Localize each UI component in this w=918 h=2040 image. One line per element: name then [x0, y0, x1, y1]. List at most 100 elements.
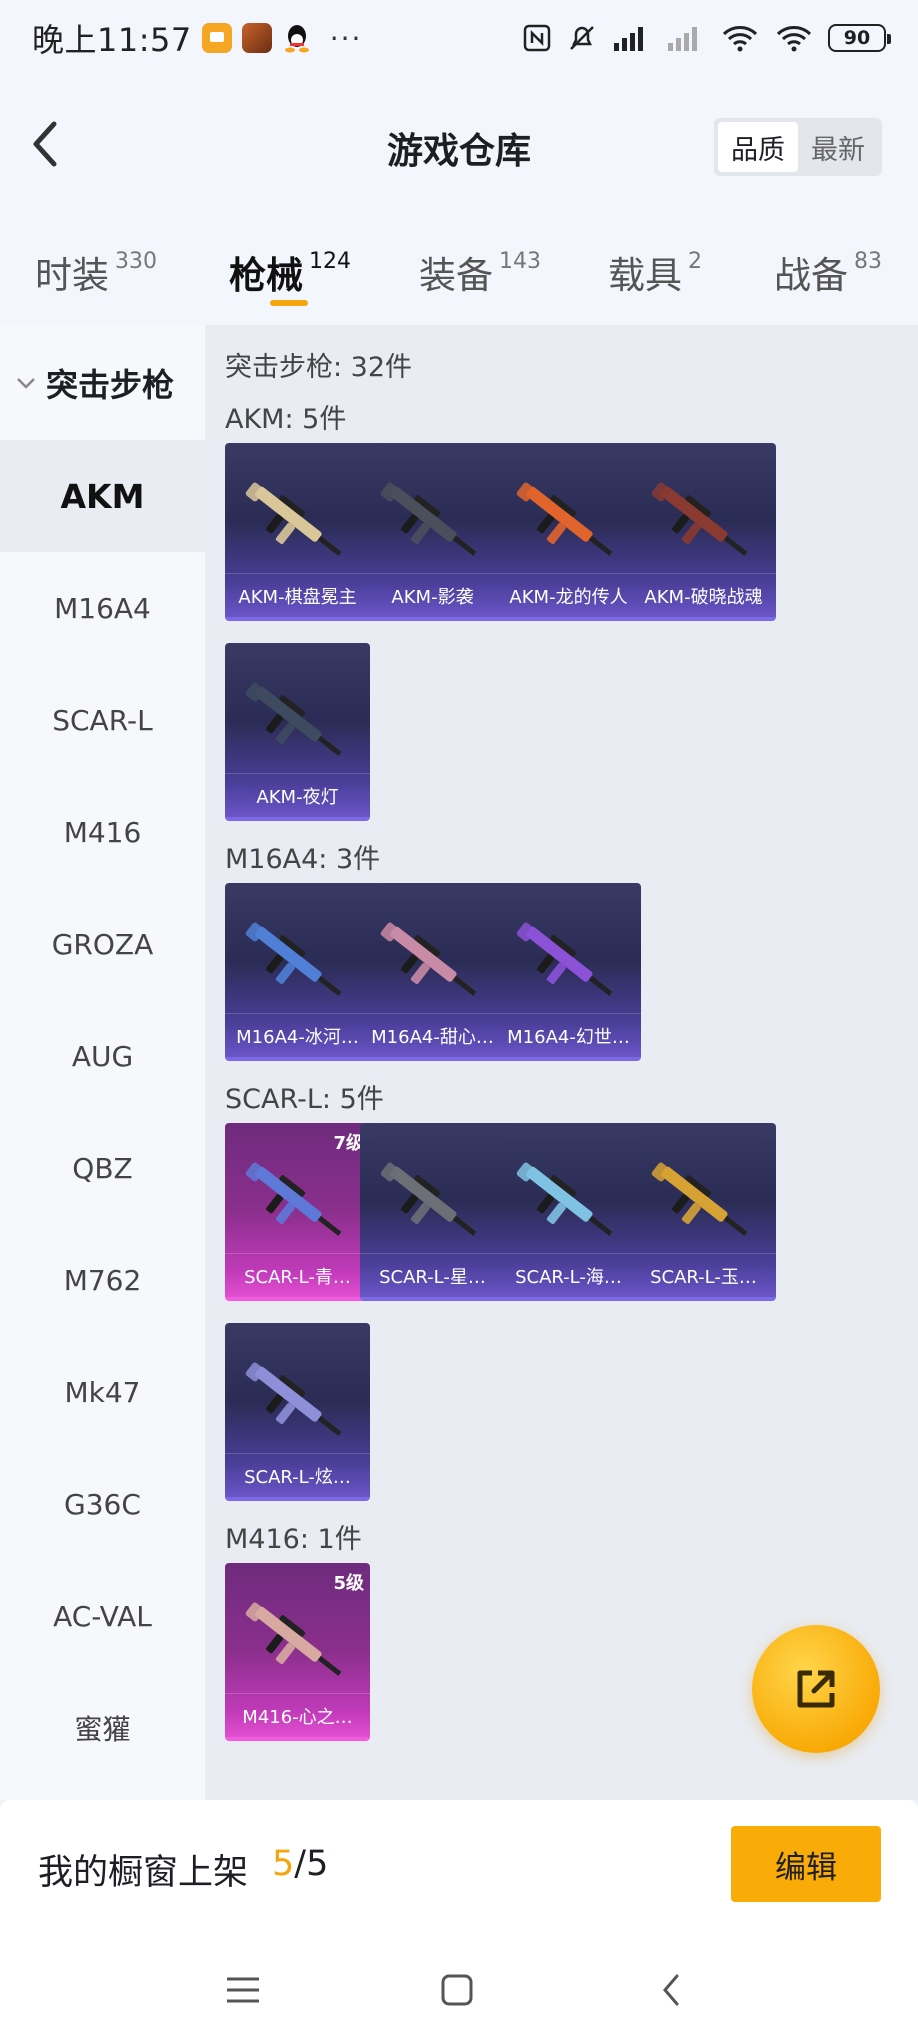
tab-count: 124 [309, 249, 351, 274]
category-tabs: 时装 330 枪械 124 装备 143 载具 2 战备 83 [0, 221, 918, 325]
weapon-name: M16A4-甜心… [360, 1013, 505, 1057]
weapon-name: M16A4-幻世… [496, 1013, 641, 1057]
weapon-name: SCAR-L-炫… [225, 1453, 370, 1497]
weapon-card[interactable]: SCAR-L-海… [496, 1123, 641, 1301]
weapon-card[interactable]: M16A4-甜心… [360, 883, 505, 1061]
sort-quality-button[interactable]: 品质 [718, 122, 798, 172]
weapon-name: AKM-夜灯 [225, 773, 370, 817]
weapon-image [516, 482, 613, 556]
sidebar-item[interactable]: SCAR-L [0, 664, 205, 776]
tab-count: 2 [688, 249, 702, 274]
sidebar-item[interactable]: QBZ [0, 1112, 205, 1224]
status-bar: 晚上11:57 ··· 90 [0, 0, 918, 76]
chevron-down-icon [16, 372, 38, 394]
weapon-name: SCAR-L-玉… [631, 1253, 776, 1297]
menu-button[interactable] [218, 1965, 268, 2015]
sidebar-item[interactable]: AUG [0, 1000, 205, 1112]
tab-vehicles[interactable]: 载具 2 [608, 245, 702, 299]
weapon-card[interactable]: M16A4-冰河… [225, 883, 370, 1061]
tab-weapons[interactable]: 枪械 124 [229, 245, 351, 299]
qq-icon [282, 23, 312, 53]
mute-icon [566, 22, 598, 54]
section-heading: M416: 1件 [225, 1524, 362, 1555]
section-heading: SCAR-L: 5件 [225, 1084, 384, 1115]
showcase-current: 5 [272, 1844, 295, 1884]
weapon-image [651, 1162, 748, 1236]
weapon-image [651, 482, 748, 556]
weapon-card[interactable]: AKM-夜灯 [225, 643, 370, 821]
weapon-image [516, 1162, 613, 1236]
weapon-card[interactable]: AKM-破晓战魂 [631, 443, 776, 621]
weapon-grid: 突击步枪: 32件 AKM: 5件 AKM-棋盘冕主 AKM-影袭 AKM-龙的传人 A… [205, 325, 918, 1800]
back-arrow-icon [663, 1974, 679, 2006]
weapon-name: M416-心之… [225, 1693, 370, 1737]
weapon-image [245, 1602, 342, 1676]
signal-icon [612, 23, 652, 53]
battery-indicator: 90 [828, 24, 891, 52]
tab-count: 330 [115, 249, 157, 274]
weapon-card[interactable]: 5级 M416-心之… [225, 1563, 370, 1741]
weapon-image [245, 1362, 342, 1436]
weapon-card[interactable]: SCAR-L-星… [360, 1123, 505, 1301]
sort-toggle: 品质 最新 [714, 118, 882, 176]
section-heading: AKM: 5件 [225, 404, 347, 435]
header: 游戏仓库 品质 最新 [0, 76, 918, 221]
weapon-name: SCAR-L-海… [496, 1253, 641, 1297]
sidebar-item[interactable]: Mk47 [0, 1336, 205, 1448]
system-back-button[interactable] [646, 1965, 696, 2015]
tab-label: 装备 [419, 254, 493, 297]
tab-label: 战备 [774, 254, 848, 297]
sidebar-item[interactable]: M762 [0, 1224, 205, 1336]
nfc-icon [522, 23, 552, 53]
tab-label: 时装 [35, 254, 109, 297]
wifi-icon [720, 23, 760, 53]
weapon-card[interactable]: SCAR-L-玉… [631, 1123, 776, 1301]
weapon-card[interactable]: M16A4-幻世… [496, 883, 641, 1061]
active-tab-indicator [270, 300, 308, 306]
weapon-card[interactable]: AKM-棋盘冕主 [225, 443, 370, 621]
weapon-card[interactable]: AKM-影袭 [360, 443, 505, 621]
showcase-label: 我的橱窗上架 [38, 1853, 249, 1893]
status-time: 晚上11:57 [32, 21, 192, 59]
section-heading: M16A4: 3件 [225, 844, 381, 875]
sidebar-item[interactable]: 蜜獾 [0, 1672, 205, 1784]
more-notifications-icon: ··· [329, 21, 363, 55]
sidebar-group-assault-rifles[interactable]: 突击步枪 [0, 325, 205, 440]
edit-button[interactable]: 编辑 [731, 1826, 881, 1902]
weapon-name: AKM-棋盘冕主 [225, 573, 370, 617]
sidebar-item[interactable]: GROZA [0, 888, 205, 1000]
home-button[interactable] [432, 1965, 482, 2015]
sidebar-item[interactable]: G36C [0, 1448, 205, 1560]
level-badge: 5级 [333, 1573, 364, 1594]
tab-label: 枪械 [229, 254, 303, 297]
weapon-card[interactable]: 7级 SCAR-L-青… [225, 1123, 370, 1301]
weapon-image [380, 922, 477, 996]
wifi-2-icon [774, 23, 814, 53]
tab-equipment[interactable]: 装备 143 [419, 245, 541, 299]
weapon-card[interactable]: AKM-龙的传人 [496, 443, 641, 621]
tab-supplies[interactable]: 战备 83 [774, 245, 882, 299]
tab-count: 143 [499, 249, 541, 274]
sidebar-item[interactable]: AC-VAL [0, 1560, 205, 1672]
sort-newest-button[interactable]: 最新 [798, 122, 878, 172]
tab-outfits[interactable]: 时装 330 [35, 245, 157, 299]
sidebar-item[interactable]: M16A4 [0, 552, 205, 664]
tab-label: 载具 [608, 254, 682, 297]
system-nav-bar [0, 1935, 918, 2040]
sidebar-item[interactable]: AKM [0, 440, 205, 552]
weapon-name: AKM-龙的传人 [496, 573, 641, 617]
weapon-image [245, 482, 342, 556]
category-summary: 突击步枪: 32件 [225, 352, 413, 383]
weapon-type-sidebar: 突击步枪 AKM M16A4 SCAR-L M416 GROZA AUG QBZ M762 Mk… [0, 325, 205, 1800]
weapon-image [245, 1162, 342, 1236]
weapon-name: AKM-影袭 [360, 573, 505, 617]
showcase-bar: 我的橱窗上架 5/5 编辑 [0, 1800, 918, 1935]
share-button[interactable] [752, 1625, 880, 1753]
weapon-name: M16A4-冰河… [225, 1013, 370, 1057]
weapon-card[interactable]: SCAR-L-炫… [225, 1323, 370, 1501]
signal-2-icon [666, 23, 706, 53]
sidebar-item[interactable]: M416 [0, 776, 205, 888]
weapon-name: SCAR-L-星… [360, 1253, 505, 1297]
showcase-total: /5 [294, 1844, 329, 1884]
tab-count: 83 [854, 249, 882, 274]
